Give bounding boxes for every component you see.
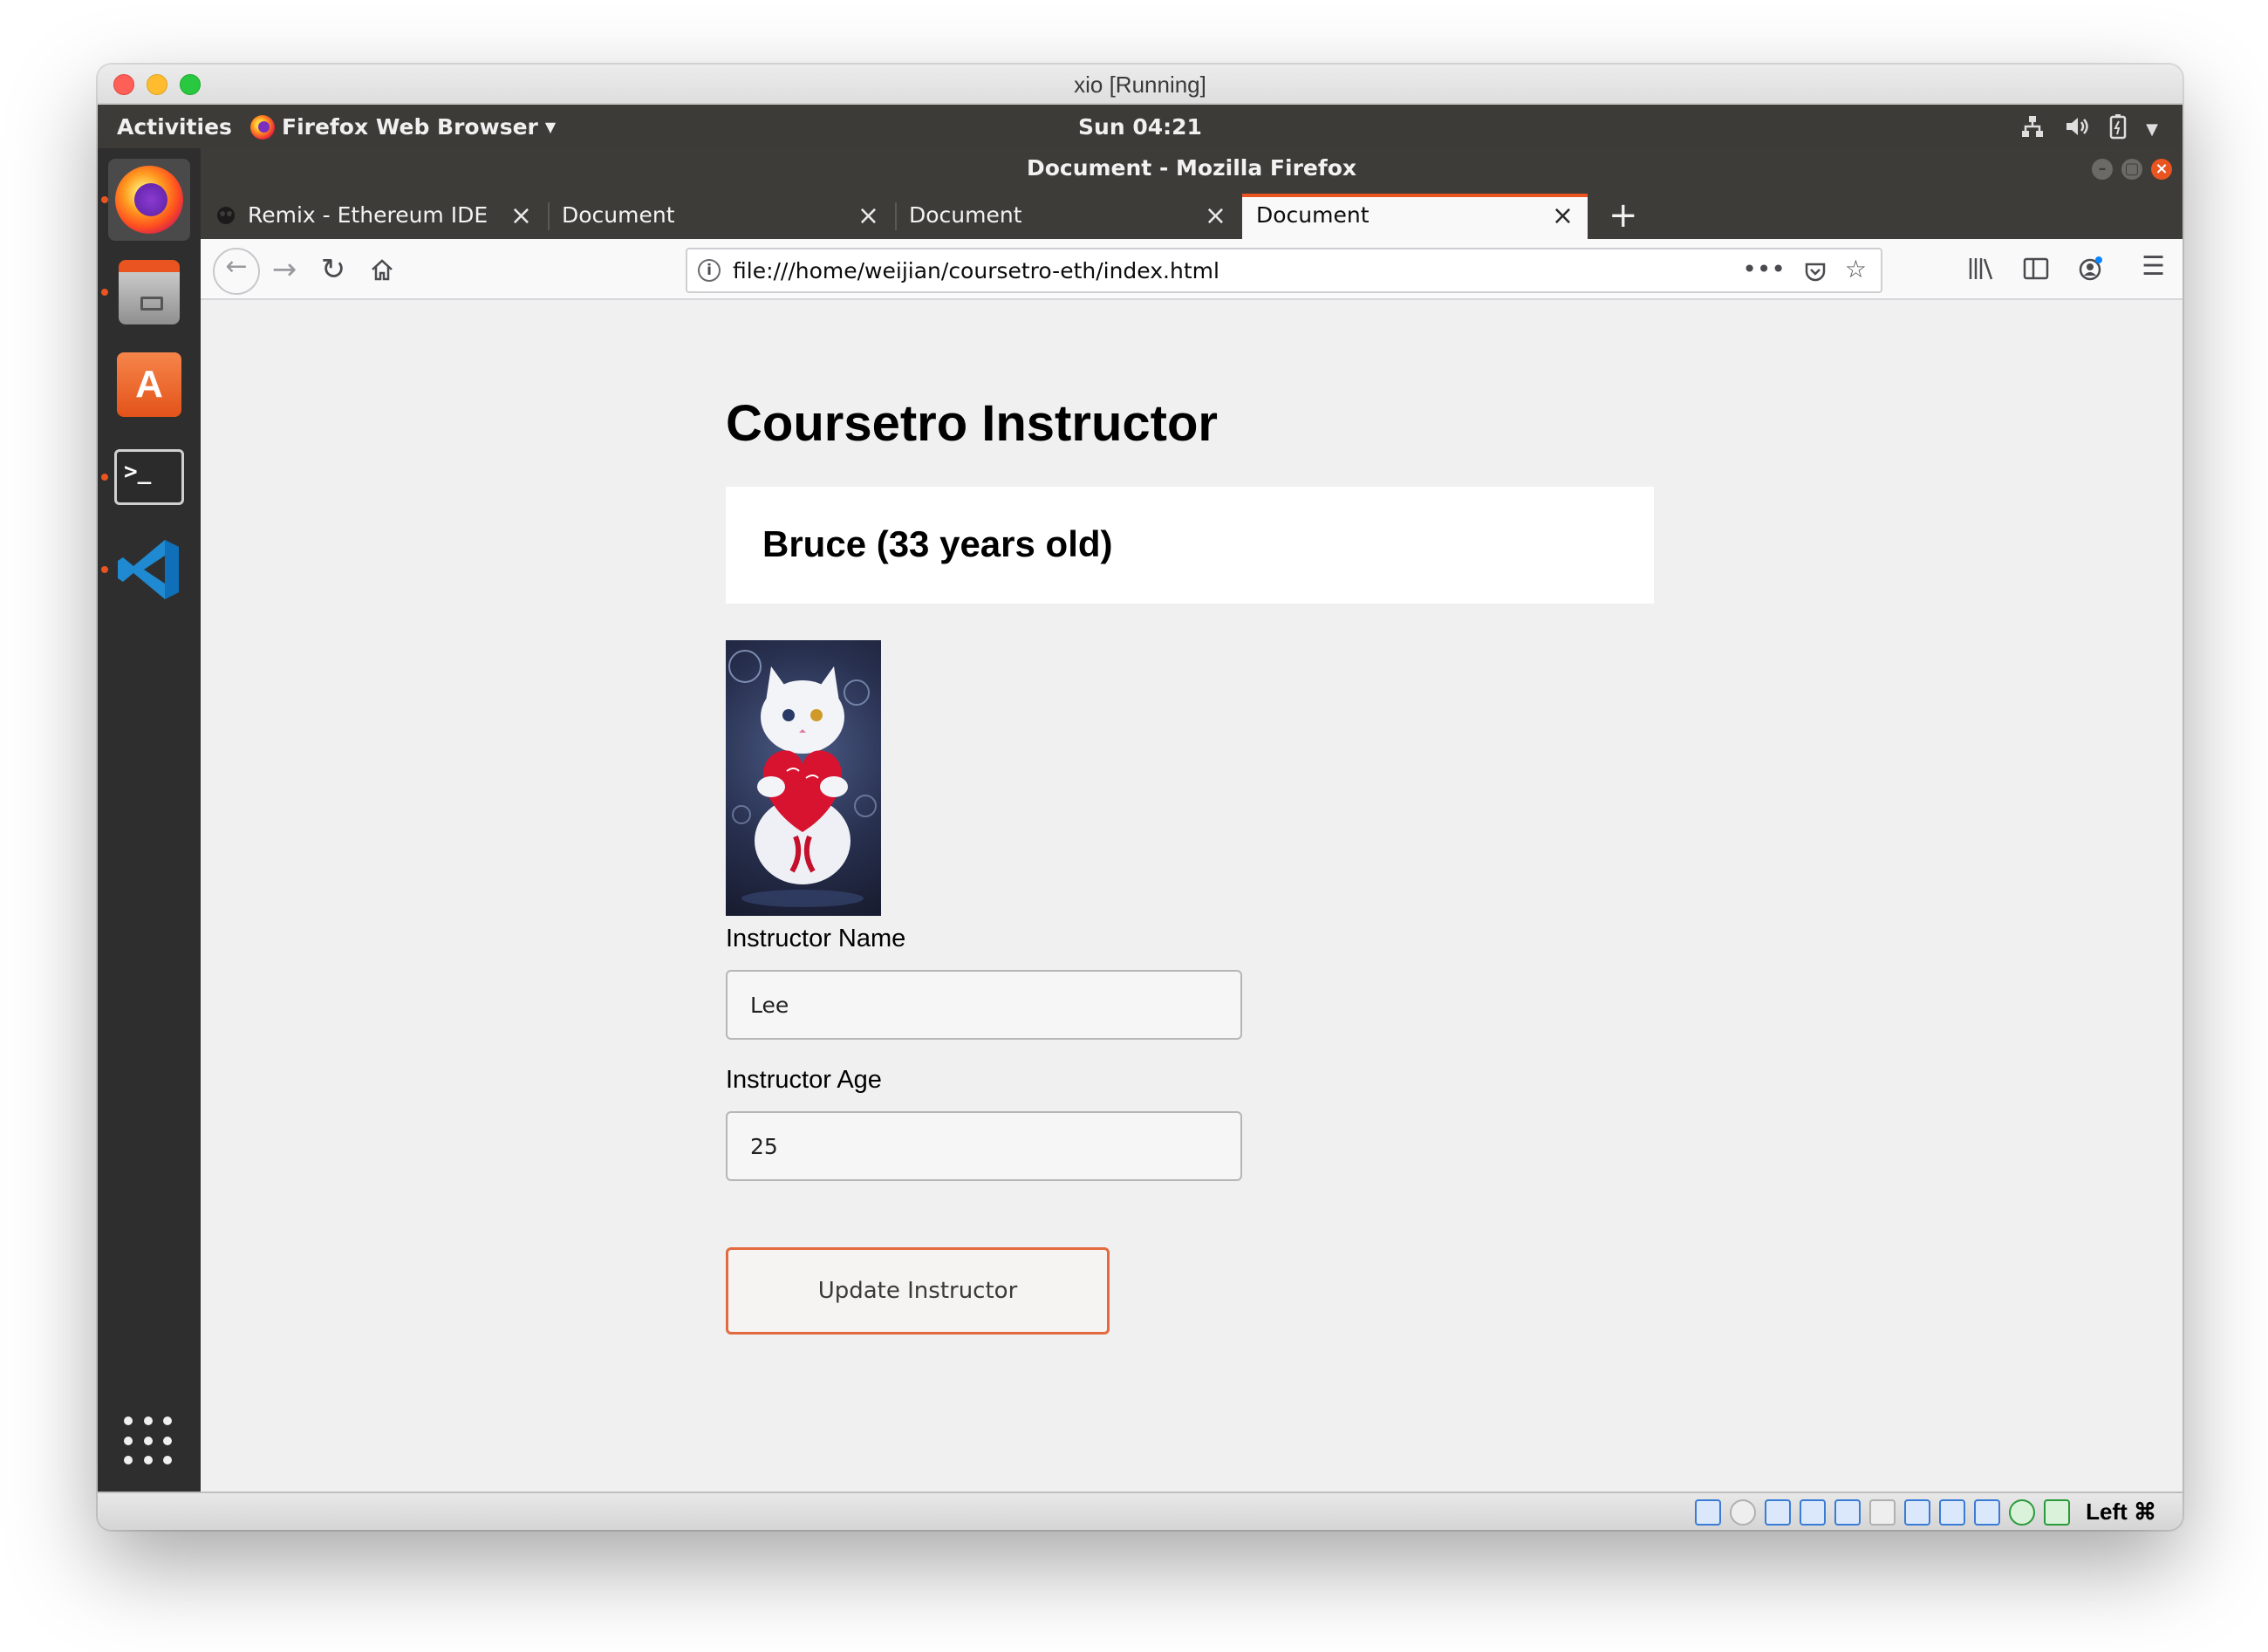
firefox-icon [115,166,183,234]
mouse-integration-icon[interactable] [2009,1498,2036,1526]
tab-label: Document [909,202,1022,228]
battery-icon [2109,113,2127,146]
cat-with-heart-image [726,640,881,916]
vscode-icon [114,535,184,604]
files-icon [119,260,180,324]
audio-icon[interactable] [1765,1498,1792,1526]
dock-files[interactable] [108,251,190,333]
usb-icon[interactable] [1834,1498,1862,1526]
tab-strip: Remix - Ethereum IDE × Document × Docume… [201,188,2183,239]
virtualbox-status-bar: Left ⌘ [98,1492,2183,1530]
tab-label: Document [1256,202,1370,228]
virtualbox-window: xio [Running] Activities Firefox Web Bro… [98,65,2183,1530]
virtualization-icon[interactable] [1974,1498,2001,1526]
reload-icon[interactable]: ↻ [314,251,352,290]
dock-vscode[interactable] [108,529,190,611]
host-window-title: xio [Running] [1074,72,1206,98]
tab-document-2[interactable]: Document × [895,194,1240,239]
running-indicator [101,289,108,296]
display-icon[interactable] [1904,1498,1931,1526]
close-tab-icon[interactable]: × [857,201,879,231]
update-instructor-button[interactable]: Update Instructor [726,1247,1110,1335]
instructor-name-input[interactable] [726,970,1242,1040]
close-tab-icon[interactable]: × [510,201,532,231]
running-indicator [101,566,108,573]
tab-document-1[interactable]: Document × [548,194,893,239]
remix-favicon-icon [215,204,237,227]
tab-document-3-active[interactable]: Document × [1242,194,1588,239]
network-icon [2020,114,2045,145]
dock-terminal[interactable]: >_ [108,436,190,518]
instructor-name-label: Instructor Name [726,925,906,952]
instructor-display: Bruce (33 years old) [762,523,1113,564]
web-page: Coursetro Instructor Bruce (33 years old… [201,300,2183,1492]
back-arrow-icon[interactable]: ← [213,248,260,295]
sidebar-icon[interactable] [2023,251,2049,290]
ubuntu-dock: A >_ [98,148,201,1492]
volume-icon [2064,114,2090,145]
show-applications-icon[interactable] [124,1416,174,1467]
running-indicator [101,196,108,203]
instructor-card: Bruce (33 years old) [726,487,1654,604]
shared-folders-icon[interactable] [1869,1498,1896,1526]
new-tab-plus-icon[interactable]: + [1609,195,1638,236]
more-actions-icon[interactable]: ••• [1742,255,1786,290]
url-text[interactable]: file:///home/weijian/coursetro-eth/index… [733,258,1219,283]
instructor-age-input[interactable] [726,1111,1242,1181]
forward-arrow-icon[interactable]: → [265,251,304,290]
account-icon[interactable] [2077,251,2105,290]
close-tab-icon[interactable]: × [1552,201,1574,231]
status-icons: Left ⌘ [1695,1498,2156,1526]
tab-remix[interactable]: Remix - Ethereum IDE × [201,194,546,239]
optical-drive-icon[interactable] [1730,1498,1757,1526]
dock-firefox[interactable] [108,159,190,241]
firefox-window-title: Document - Mozilla Firefox [1026,155,1357,181]
firefox-window: Document - Mozilla Firefox – ▢ × Remix -… [201,148,2183,1492]
firefox-titlebar: Document - Mozilla Firefox – ▢ × [201,148,2183,188]
toolbar-right: ☰ [1967,251,2165,290]
keyboard-capture-icon[interactable] [2044,1498,2071,1526]
close-tab-icon[interactable]: × [1205,201,1226,231]
info-icon[interactable]: i [698,259,721,282]
tab-label: Remix - Ethereum IDE [248,202,488,228]
url-actions: ••• ☆ [1742,255,1867,290]
host-titlebar: xio [Running] [98,65,2183,105]
close-button[interactable]: × [2151,159,2172,180]
tab-label: Document [562,202,675,228]
page-title: Coursetro Instructor [726,395,1218,452]
host-key-label: Left ⌘ [2086,1498,2156,1525]
video-capture-icon[interactable] [1939,1498,1966,1526]
running-indicator [101,474,108,481]
library-icon[interactable] [1967,251,1995,290]
url-bar[interactable]: i file:///home/weijian/coursetro-eth/ind… [686,248,1882,293]
ubuntu-top-bar: Activities Firefox Web Browser ▼ Sun 04:… [98,105,2183,148]
software-store-icon: A [117,352,181,417]
hard-disk-icon[interactable] [1695,1498,1722,1526]
terminal-icon: >_ [114,449,184,505]
maximize-button[interactable]: ▢ [2121,159,2142,180]
network-adapter-icon[interactable] [1800,1498,1827,1526]
hamburger-menu-icon[interactable]: ☰ [2142,251,2165,290]
chevron-down-icon: ▼ [2146,120,2158,139]
bookmark-star-icon[interactable]: ☆ [1845,255,1867,290]
instructor-age-label: Instructor Age [726,1066,882,1094]
minimize-button[interactable]: – [2092,159,2113,180]
home-icon[interactable] [363,251,401,290]
dock-software[interactable]: A [108,344,190,426]
clock[interactable]: Sun 04:21 [98,114,2183,140]
navigation-toolbar: ← → ↻ i file:///home/weijian/coursetro-e… [201,239,2183,300]
system-tray[interactable]: ▼ [2020,113,2158,146]
pocket-icon[interactable] [1803,255,1827,290]
